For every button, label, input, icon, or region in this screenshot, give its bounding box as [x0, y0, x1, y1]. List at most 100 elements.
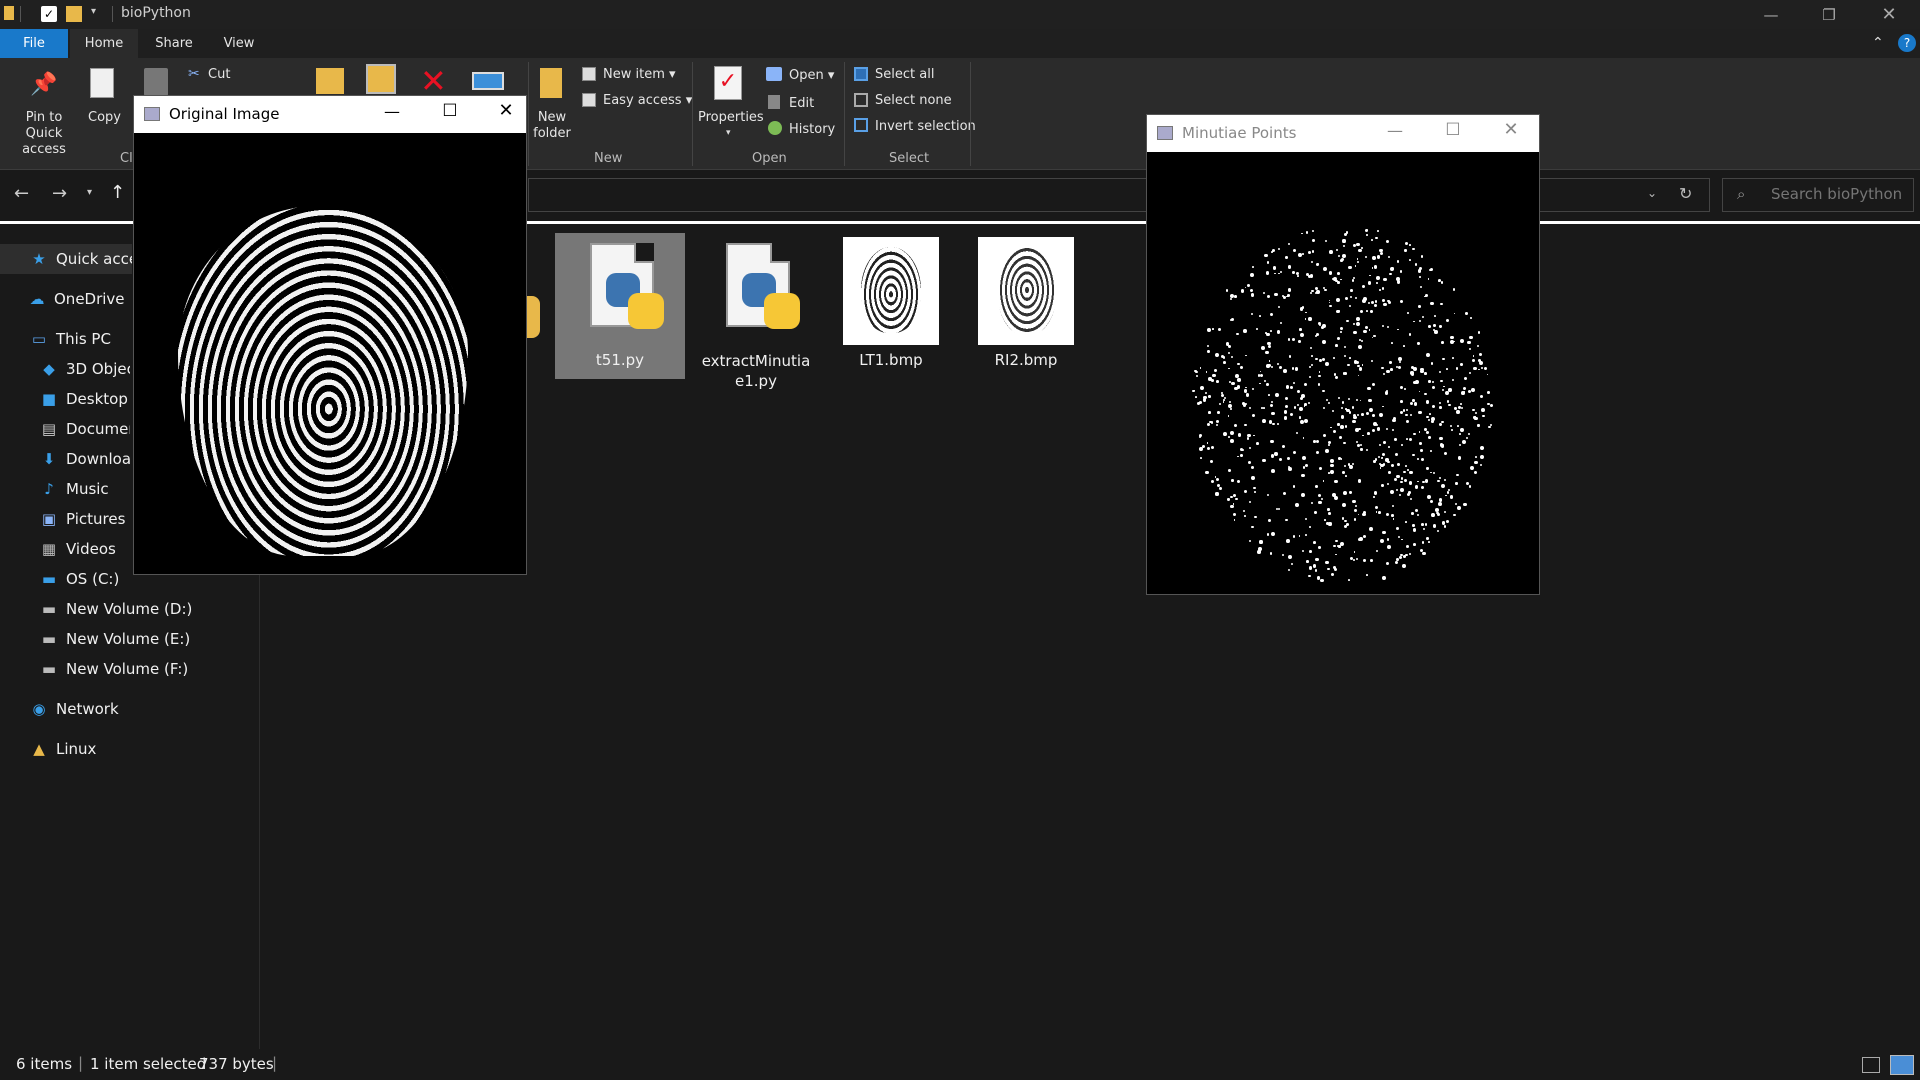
nav-music[interactable]: ♪ Music	[0, 474, 130, 504]
tab-home[interactable]: Home	[70, 29, 138, 58]
nav-downloads[interactable]: ⬇ Downloads	[0, 444, 130, 474]
properties-dropdown-icon[interactable]: ▾	[726, 128, 731, 138]
rename-icon[interactable]	[472, 72, 504, 90]
nav-linux[interactable]: ▲ Linux	[0, 734, 130, 764]
address-dropdown-icon[interactable]: ⌄	[1647, 186, 1657, 200]
nav-pictures[interactable]: ▣ Pictures	[0, 504, 130, 534]
maximize-button[interactable]: ☐	[1433, 120, 1473, 140]
close-button[interactable]: ✕	[1858, 0, 1920, 29]
customize-qat-icon[interactable]: ▾	[91, 6, 96, 17]
status-divider: |	[78, 1054, 84, 1072]
desktop-icon: ■	[41, 390, 57, 408]
tab-file[interactable]: File	[0, 29, 68, 58]
up-icon[interactable]: ↑	[110, 182, 125, 203]
app-icon	[144, 107, 160, 121]
fingerprint-image	[178, 206, 468, 556]
nav-3d-objects[interactable]: ◆ 3D Objects	[0, 354, 130, 384]
search-box[interactable]: ⌕	[1722, 178, 1914, 212]
new-folder-icon	[540, 68, 562, 98]
nav-network[interactable]: ◉ Network	[0, 694, 130, 724]
nav-label: OS (C:)	[66, 570, 120, 588]
easy-access-button[interactable]: Easy access ▾	[603, 93, 692, 108]
select-all-button[interactable]: Select all	[875, 67, 934, 82]
new-folder-button[interactable]: New folder	[532, 110, 572, 142]
window-titlebar: Original Image — ☐ ✕	[134, 96, 526, 133]
search-input[interactable]	[1771, 185, 1911, 203]
nav-volume-e[interactable]: ▬ New Volume (E:)	[0, 624, 220, 654]
edit-button[interactable]: Edit	[789, 96, 814, 111]
status-item-count: 6 items	[16, 1055, 73, 1073]
original-image-window[interactable]: Original Image — ☐ ✕	[133, 95, 527, 575]
refresh-icon[interactable]: ↻	[1679, 184, 1692, 203]
copy-to-icon[interactable]	[366, 64, 396, 94]
help-icon[interactable]: ?	[1898, 34, 1916, 52]
copy-button[interactable]: Copy	[88, 110, 121, 125]
file-item-extractminutiae[interactable]: extractMinutiae1.py	[691, 233, 821, 391]
window-title: Minutiae Points	[1182, 124, 1297, 142]
nav-quick-access[interactable]: ★ Quick access	[0, 244, 132, 274]
minutiae-image	[1187, 185, 1497, 585]
file-item-lt1[interactable]: LT1.bmp	[826, 233, 956, 369]
nav-documents[interactable]: ▤ Documents	[0, 414, 130, 444]
select-none-icon	[854, 93, 868, 107]
download-icon: ⬇	[42, 450, 56, 468]
nav-label: Downloads	[66, 450, 130, 468]
nav-onedrive[interactable]: ☁ OneDrive -	[0, 284, 131, 314]
minimize-button[interactable]: —	[1375, 121, 1415, 140]
history-button[interactable]: History	[789, 122, 835, 137]
new-item-button[interactable]: New item ▾	[603, 67, 676, 82]
close-button[interactable]: ✕	[486, 100, 526, 121]
cube-icon: ◆	[43, 360, 55, 378]
restore-button[interactable]: ❐	[1800, 0, 1858, 29]
nav-label: New Volume (E:)	[66, 630, 191, 648]
app-icon	[1157, 126, 1173, 140]
file-item-t51[interactable]: t51.py	[555, 233, 685, 379]
new-folder-qat-icon[interactable]	[66, 6, 82, 22]
new-group-label: New	[594, 151, 623, 166]
nav-this-pc[interactable]: ▭ This PC	[0, 324, 130, 354]
maximize-button[interactable]: ☐	[430, 101, 470, 121]
open-group-label: Open	[752, 151, 787, 166]
collapse-ribbon-icon[interactable]: ⌃	[1872, 35, 1884, 51]
cloud-icon: ☁	[29, 290, 45, 308]
group-divider	[692, 62, 693, 166]
window-title: Original Image	[169, 105, 280, 123]
nav-volume-d[interactable]: ▬ New Volume (D:)	[0, 594, 220, 624]
cut-button[interactable]: Cut	[208, 67, 230, 82]
properties-button[interactable]: Properties	[698, 110, 764, 125]
nav-label: 3D Objects	[66, 360, 130, 378]
details-view-icon[interactable]	[1862, 1057, 1880, 1073]
linux-icon: ▲	[33, 740, 45, 758]
properties-qat-icon[interactable]: ✓	[41, 6, 57, 22]
minimize-button[interactable]: —	[1742, 0, 1800, 29]
close-button[interactable]: ✕	[1491, 119, 1531, 140]
pin-to-quick-access-button[interactable]: Pin to Quick access	[6, 110, 82, 158]
forward-icon[interactable]: →	[52, 183, 67, 204]
folder-icon[interactable]	[526, 296, 540, 338]
tab-share[interactable]: Share	[140, 29, 208, 58]
nav-videos[interactable]: ▦ Videos	[0, 534, 130, 564]
invert-selection-button[interactable]: Invert selection	[875, 119, 976, 134]
file-item-ri2[interactable]: RI2.bmp	[961, 233, 1091, 369]
select-none-button[interactable]: Select none	[875, 93, 952, 108]
back-icon[interactable]: ←	[14, 183, 29, 204]
nav-desktop[interactable]: ■ Desktop	[0, 384, 130, 414]
move-to-icon[interactable]	[316, 68, 344, 94]
nav-label: Quick access	[56, 250, 132, 268]
clipboard-group-label: Cl	[120, 151, 133, 166]
ribbon-tabs: File Home Share View ⌃ ?	[0, 29, 1920, 58]
group-divider	[528, 62, 529, 166]
nav-os-c[interactable]: ▬ OS (C:)	[0, 564, 130, 594]
tab-view[interactable]: View	[205, 29, 273, 58]
copy-icon	[90, 68, 114, 98]
nav-volume-f[interactable]: ▬ New Volume (F:)	[0, 654, 220, 684]
minimize-button[interactable]: —	[372, 102, 412, 121]
folder-icon	[4, 6, 14, 20]
minutiae-points-window[interactable]: Minutiae Points — ☐ ✕	[1146, 114, 1540, 595]
open-button[interactable]: Open ▾	[789, 68, 834, 83]
large-icons-view-icon[interactable]	[1890, 1055, 1914, 1075]
pin-icon: 📌	[30, 72, 58, 97]
nav-label: New Volume (D:)	[66, 600, 193, 618]
recent-locations-icon[interactable]: ▾	[87, 187, 92, 198]
network-icon: ◉	[32, 700, 46, 718]
